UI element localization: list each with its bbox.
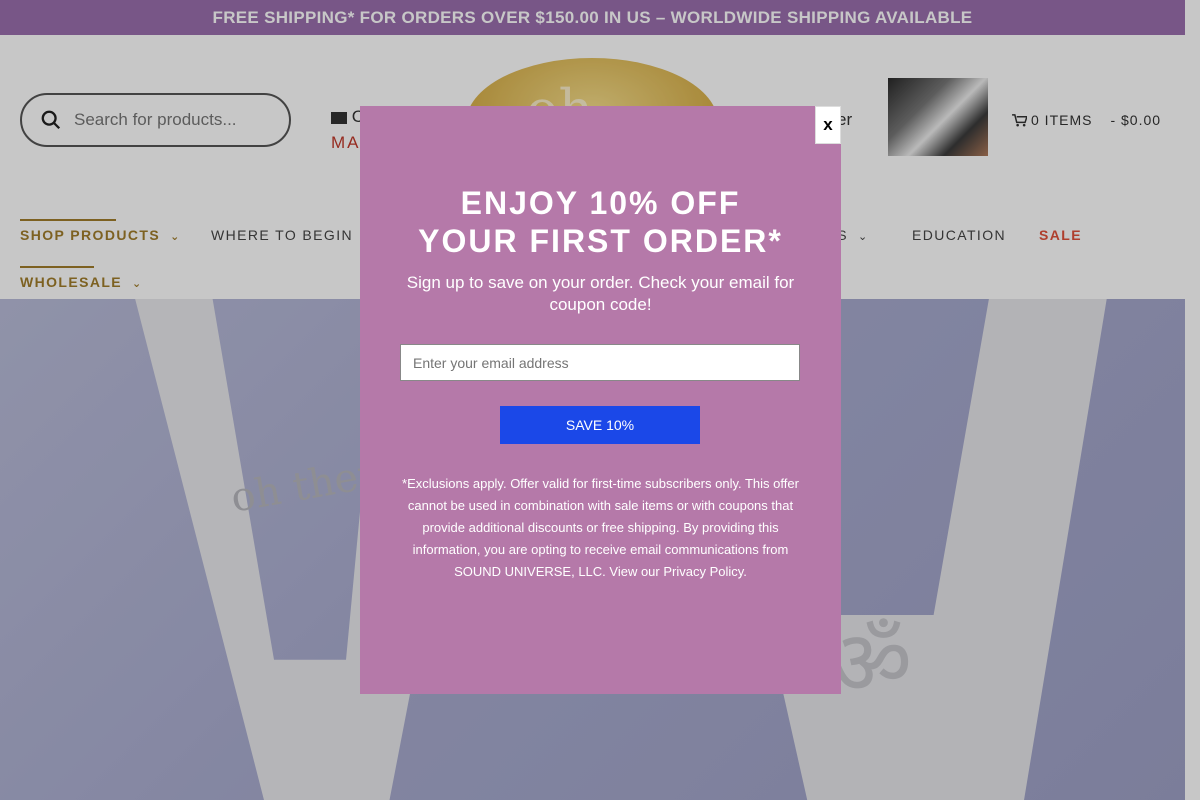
popup-disclaimer: *Exclusions apply. Offer valid for first… xyxy=(402,476,799,579)
popup-title: ENJOY 10% OFF YOUR FIRST ORDER* xyxy=(360,184,841,260)
close-button[interactable]: x xyxy=(815,106,841,144)
email-field[interactable] xyxy=(400,344,800,381)
signup-popup: x ENJOY 10% OFF YOUR FIRST ORDER* Sign u… xyxy=(360,106,841,694)
popup-subtitle: Sign up to save on your order. Check you… xyxy=(406,273,795,314)
save-10-button[interactable]: SAVE 10% xyxy=(500,406,700,444)
popup-title-line1: ENJOY 10% OFF xyxy=(460,185,741,221)
popup-title-line2: YOUR FIRST ORDER* xyxy=(418,223,783,259)
